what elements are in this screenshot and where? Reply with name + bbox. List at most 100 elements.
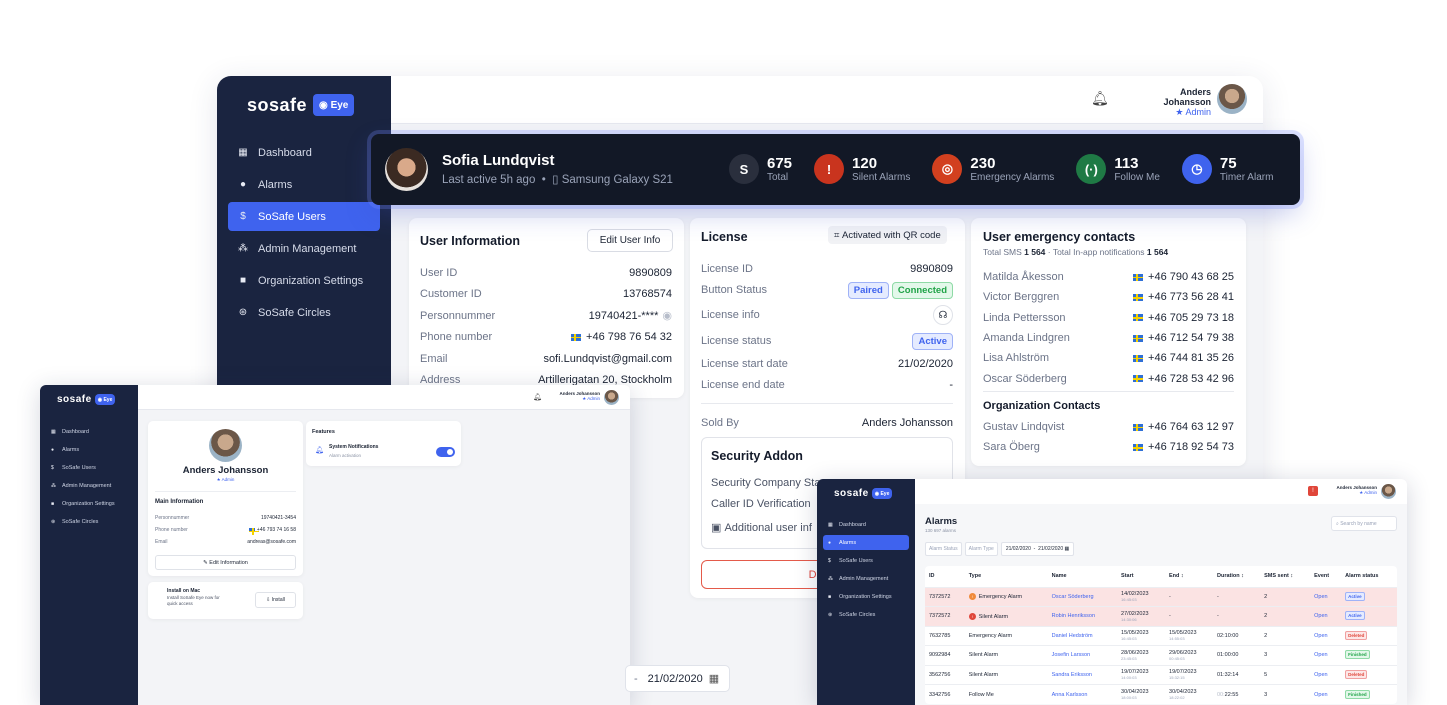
sidebar-item-sosafe-users[interactable]: $ SoSafe Users: [823, 553, 909, 568]
current-user-role: Admin: [587, 396, 600, 401]
sidebar-item-organization-settings[interactable]: ■ Organization Settings: [228, 266, 380, 295]
license-title: License: [701, 230, 748, 244]
alarm-type-text: Silent Alarm: [968, 652, 999, 659]
admin-info-value: 19740421-3454: [261, 515, 296, 521]
contact-phone-text: +46 728 53 42 96: [1148, 372, 1234, 385]
sidebar-item-organization-settings[interactable]: ■ Organization Settings: [823, 589, 909, 604]
last-active: Last active 5h ago: [442, 174, 536, 186]
alarm-icon: ●: [51, 447, 55, 453]
alarm-duration: 02:10:00: [1212, 625, 1261, 646]
sidebar-item-alarms[interactable]: ● Alarms: [40, 441, 138, 459]
edit-information-button[interactable]: ✎ Edit Information: [155, 555, 296, 570]
sweden-flag-icon: [1133, 334, 1144, 342]
sidebar-item-label: Admin Management: [258, 242, 357, 255]
alarm-event-link[interactable]: Open: [1310, 625, 1342, 646]
circles-icon: ⊛: [828, 611, 833, 618]
admin-info-label: Phone number: [155, 527, 188, 533]
contact-phone-text: +46 705 29 73 18: [1148, 311, 1234, 324]
column-alarm-status[interactable]: Alarm status: [1341, 566, 1397, 587]
info-label: Email: [420, 352, 448, 365]
alarm-duration: 01:32:14: [1212, 664, 1261, 685]
alarm-event-link[interactable]: Open: [1310, 645, 1342, 665]
alarm-event-link[interactable]: Open: [1310, 684, 1342, 704]
avatar[interactable]: [1381, 484, 1396, 499]
alarm-user-link[interactable]: Daniel Hedström: [1047, 625, 1118, 646]
alert-bell-icon[interactable]: !: [1308, 486, 1318, 496]
sidebar-item-dashboard[interactable]: ▦ Dashboard: [823, 517, 909, 532]
table-row[interactable]: 7372572! Silent Alarm Robin Henriksson 27/0…: [925, 606, 1397, 626]
table-row[interactable]: 3562756 Silent Alarm Sandra Eriksson 19/07/…: [925, 664, 1397, 685]
briefcase-icon: ■: [828, 593, 832, 600]
date-range-input[interactable]: - 21/02/2020 ▦: [625, 665, 730, 692]
alarm-start-time: 16:45:03: [1121, 636, 1137, 642]
bell-icon[interactable]: 🔔︎: [1091, 90, 1109, 107]
sidebar: sosafe ◉ Eye ▦ Dashboard ● Alarms $ SoSafe Us…: [817, 479, 915, 705]
alarm-event-link[interactable]: Open: [1310, 586, 1342, 607]
eye-icon[interactable]: ◉: [662, 310, 672, 322]
features-title: Features: [312, 429, 335, 435]
headset-icon[interactable]: ☊: [933, 305, 953, 325]
stat-label: Silent Alarms: [852, 171, 911, 183]
status-badge: Active: [1345, 611, 1365, 621]
logo: sosafe: [247, 94, 308, 115]
contact-name: Lisa Ahlström: [983, 352, 1050, 365]
table-row[interactable]: 9092984 Silent Alarm Josefin Larsson 28/06/…: [925, 645, 1397, 665]
info-value: +46 798 76 54 32: [571, 331, 672, 343]
alarm-type-filter[interactable]: Alarm Type: [964, 542, 998, 556]
column-end[interactable]: End ↕: [1165, 566, 1213, 587]
alarm-status: Finished: [1341, 645, 1397, 665]
alarm-user-link[interactable]: Robin Henriksson: [1047, 606, 1118, 626]
install-button[interactable]: ⇩ Install: [255, 592, 296, 608]
alarm-status-filter[interactable]: Alarm Status: [925, 542, 962, 556]
sidebar-item-organization-settings[interactable]: ■ Organization Settings: [40, 495, 138, 513]
table-row[interactable]: 7632785 Emergency Alarm Daniel Hedström 15/…: [925, 625, 1397, 646]
contact-row: Oscar Söderberg +46 728 53 42 96: [983, 368, 1234, 388]
emergency-contacts-list: Matilda Åkesson +46 790 43 68 25 Victor Be…: [983, 267, 1234, 389]
table-row[interactable]: 7372572! Emergency Alarm Oscar Söderberg 14…: [925, 586, 1397, 607]
column-start[interactable]: Start: [1117, 566, 1165, 587]
alarm-user-link[interactable]: Josefin Larsson: [1047, 645, 1118, 665]
alarm-user-link[interactable]: Sandra Eriksson: [1047, 664, 1118, 685]
alarm-start: 14/02/2023 16:45:03: [1117, 586, 1166, 607]
sidebar-item-sosafe-users[interactable]: $ SoSafe Users: [228, 202, 380, 231]
sidebar-nav: ▦ Dashboard ● Alarms $ SoSafe Users ⁂ Admin Man…: [823, 517, 909, 625]
license-status-label: License status: [701, 335, 772, 347]
avatar[interactable]: [1217, 84, 1247, 114]
column-event[interactable]: Event: [1310, 566, 1341, 587]
info-value: sofi.Lundqvist@gmail.com: [543, 353, 672, 365]
column-name[interactable]: Name: [1048, 566, 1117, 587]
total-inapp-value: 1 564: [1146, 247, 1169, 257]
alarm-type: Emergency Alarm: [964, 625, 1048, 646]
alarm-event-link[interactable]: Open: [1310, 664, 1342, 685]
sidebar-item-admin-management[interactable]: ⁂ Admin Management: [40, 477, 138, 495]
date-range-filter[interactable]: 21/02/2020 - 21/02/2020 ▦: [1000, 542, 1075, 556]
sidebar-item-dashboard[interactable]: ▦ Dashboard: [228, 138, 380, 167]
sidebar-item-sosafe-circles[interactable]: ⊛ SoSafe Circles: [228, 298, 380, 327]
column-id[interactable]: ID: [925, 566, 965, 587]
sidebar-item-sosafe-circles[interactable]: ⊛ SoSafe Circles: [823, 607, 909, 622]
column-sms-sent[interactable]: SMS sent ↕: [1260, 566, 1310, 587]
table-row[interactable]: 3342756 Follow Me Anna Karlsson 30/04/2023 1…: [925, 684, 1397, 704]
sidebar-item-sosafe-users[interactable]: $ SoSafe Users: [40, 459, 138, 477]
search-input[interactable]: ⌕ Search by name: [1331, 516, 1397, 531]
edit-user-info-button[interactable]: Edit User Info: [587, 229, 673, 252]
notifications-toggle[interactable]: [436, 447, 455, 457]
sidebar-item-admin-management[interactable]: ⁂ Admin Management: [228, 234, 380, 263]
sidebar-item-dashboard[interactable]: ▦ Dashboard: [40, 423, 138, 441]
contact-phone-text: +46 790 43 68 25: [1148, 271, 1234, 284]
column-duration[interactable]: Duration ↕: [1213, 566, 1260, 587]
sosafe-icon: $: [51, 465, 54, 471]
sidebar-item-sosafe-circles[interactable]: ⊛ SoSafe Circles: [40, 513, 138, 531]
alarm-event-link[interactable]: Open: [1310, 606, 1342, 626]
sidebar-item-alarms[interactable]: ● Alarms: [228, 170, 380, 199]
sidebar-item-admin-management[interactable]: ⁂ Admin Management: [823, 571, 909, 586]
sidebar-item-alarms[interactable]: ● Alarms: [823, 535, 909, 550]
sweden-flag-icon: [248, 527, 259, 535]
bell-icon[interactable]: 🔔︎: [533, 393, 542, 401]
alarm-user-link[interactable]: Oscar Söderberg: [1047, 586, 1118, 607]
eye-icon: ◉: [874, 490, 880, 497]
info-label: Customer ID: [420, 288, 482, 301]
column-type[interactable]: Type: [965, 566, 1048, 587]
alarm-user-link[interactable]: Anna Karlsson: [1047, 684, 1118, 704]
avatar[interactable]: [604, 390, 619, 405]
